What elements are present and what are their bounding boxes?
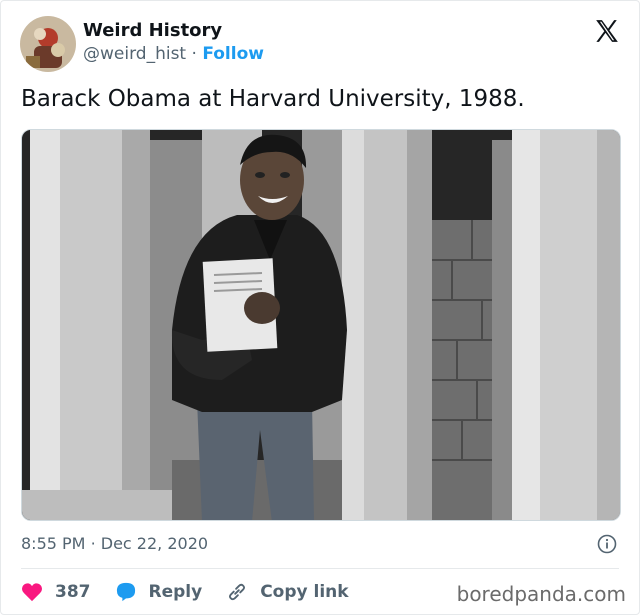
time-date-separator: · (90, 534, 96, 553)
follow-button[interactable]: Follow (202, 44, 264, 64)
divider (21, 568, 619, 569)
speech-bubble-icon (116, 582, 135, 602)
like-button[interactable]: 387 (21, 582, 91, 602)
info-icon[interactable] (597, 534, 617, 554)
handle-separator: · (191, 44, 197, 64)
avatar-image (20, 16, 76, 72)
heart-icon (22, 583, 42, 602)
watermark: boredpanda.com (456, 582, 626, 606)
copy-link-label: Copy link (260, 582, 349, 602)
link-icon (229, 583, 246, 601)
author-handle[interactable]: @weird_hist (83, 44, 186, 64)
tweet-actions: 387 Reply Copy link (21, 579, 373, 605)
tweet-date: Dec 22, 2020 (100, 534, 209, 553)
reply-button[interactable]: Reply (115, 582, 203, 602)
author-handle-line: @weird_hist · Follow (83, 44, 264, 64)
photo-image (22, 130, 620, 520)
tweet-time: 8:55 PM (21, 534, 86, 553)
tweet-card: Weird History @weird_hist · Follow Barac… (0, 0, 640, 615)
like-count: 387 (55, 582, 91, 602)
copy-link-button[interactable]: Copy link (226, 581, 349, 603)
reply-label: Reply (148, 582, 203, 602)
tweet-photo[interactable] (21, 129, 621, 521)
tweet-timestamp[interactable]: 8:55 PM · Dec 22, 2020 (21, 534, 208, 553)
x-logo-icon[interactable] (594, 18, 620, 44)
avatar[interactable] (20, 16, 76, 72)
author-name[interactable]: Weird History (83, 20, 222, 41)
tweet-text: Barack Obama at Harvard University, 1988… (21, 86, 525, 112)
